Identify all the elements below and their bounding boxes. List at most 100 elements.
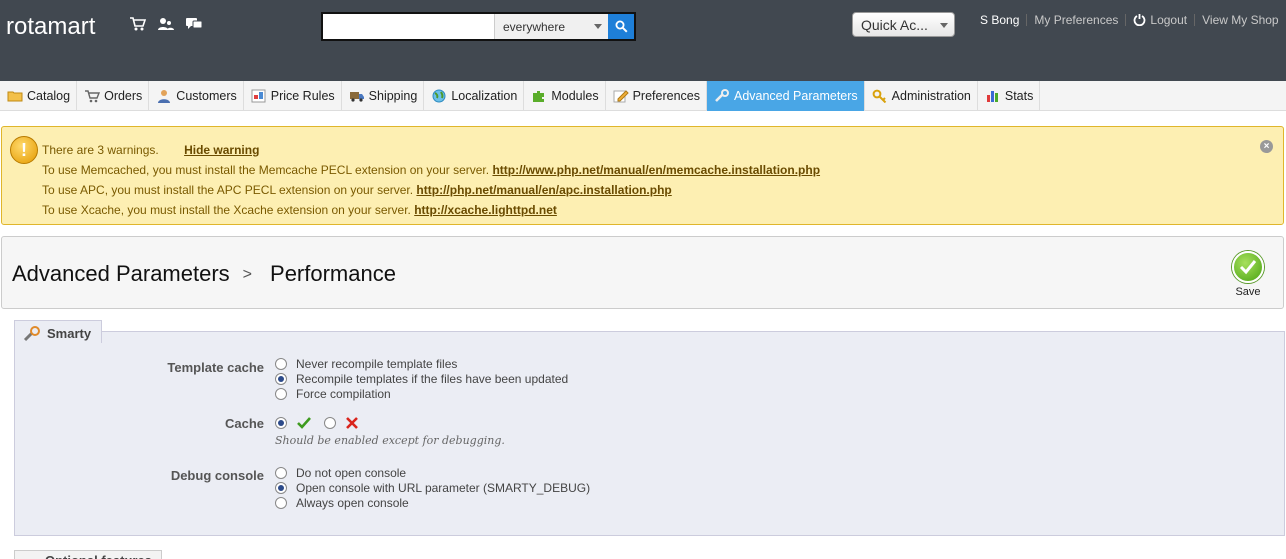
check-icon xyxy=(297,417,311,429)
divider xyxy=(1125,14,1127,26)
debug-console-option-url[interactable]: Open console with URL parameter (SMARTY_… xyxy=(275,481,590,495)
pencil-icon xyxy=(613,89,629,103)
tab-label: Advanced Parameters xyxy=(733,89,858,103)
price-tag-icon xyxy=(251,89,267,103)
cart-icon[interactable] xyxy=(129,16,147,32)
quick-access-label: Quick Ac... xyxy=(861,17,928,33)
search-scope-value: everywhere xyxy=(503,19,566,34)
option-label: Never recompile template files xyxy=(296,357,458,371)
tab-customers[interactable]: Customers xyxy=(149,81,244,111)
search-input[interactable] xyxy=(323,14,494,39)
smarty-legend: Smarty xyxy=(14,320,103,343)
power-icon xyxy=(1134,14,1146,26)
radio[interactable] xyxy=(275,482,287,494)
tab-administration[interactable]: Administration xyxy=(865,81,978,111)
tab-catalog[interactable]: Catalog xyxy=(0,81,78,111)
warning-line: To use APC, you must install the APC PEC… xyxy=(42,183,672,197)
logout-label: Logout xyxy=(1150,13,1188,27)
memcache-link[interactable]: http://www.php.net/manual/en/memcache.in… xyxy=(492,163,820,177)
logout-link[interactable]: Logout xyxy=(1133,13,1187,27)
check-icon xyxy=(1232,251,1264,283)
template-cache-option-recompile[interactable]: Recompile templates if the files have be… xyxy=(275,372,568,386)
messages-icon[interactable] xyxy=(185,16,203,32)
radio[interactable] xyxy=(275,373,287,385)
save-label: Save xyxy=(1235,286,1261,298)
warning-text: To use APC, you must install the APC PEC… xyxy=(42,183,417,197)
xcache-link[interactable]: http://xcache.lighttpd.net xyxy=(414,203,557,217)
close-icon[interactable]: × xyxy=(1260,140,1273,153)
cache-disabled-radio[interactable] xyxy=(324,416,359,430)
folder-icon xyxy=(7,89,23,103)
chevron-down-icon xyxy=(594,24,602,29)
option-label: Open console with URL parameter (SMARTY_… xyxy=(296,481,591,495)
template-cache-option-never[interactable]: Never recompile template files xyxy=(275,357,457,371)
wrench-icon xyxy=(23,325,40,341)
debug-console-option-none[interactable]: Do not open console xyxy=(275,466,406,480)
template-cache-label: Template cache xyxy=(167,360,264,375)
search-scope-select[interactable]: everywhere xyxy=(494,14,608,39)
warning-icon: ! xyxy=(10,136,38,164)
tab-label: Shipping xyxy=(368,89,418,103)
cache-enabled-radio[interactable] xyxy=(275,416,312,430)
view-shop-link[interactable]: View My Shop xyxy=(1202,13,1278,27)
hide-warning-link[interactable]: Hide warning xyxy=(184,143,259,157)
warning-count-text: There are 3 warnings. xyxy=(42,143,159,157)
breadcrumb-parent: Advanced Parameters xyxy=(12,261,230,286)
customers-icon[interactable] xyxy=(157,16,175,32)
radio[interactable] xyxy=(275,417,287,429)
cart-icon xyxy=(84,89,101,103)
puzzle-icon xyxy=(531,89,547,103)
radio[interactable] xyxy=(275,467,287,479)
quick-access-select[interactable]: Quick Ac... xyxy=(852,12,955,37)
option-label: Always open console xyxy=(296,496,409,510)
tab-stats[interactable]: Stats xyxy=(978,81,1041,111)
legend-label: Smarty xyxy=(47,326,92,341)
bar-chart-icon xyxy=(985,89,1001,103)
tab-label: Catalog xyxy=(27,89,71,103)
tab-label: Modules xyxy=(551,89,599,103)
tab-price-rules[interactable]: Price Rules xyxy=(244,81,342,111)
option-label: Force compilation xyxy=(296,387,391,401)
search-box: everywhere xyxy=(321,12,636,41)
employee-name[interactable]: S Bong xyxy=(980,13,1019,27)
template-cache-option-force[interactable]: Force compilation xyxy=(275,387,391,401)
tab-preferences[interactable]: Preferences xyxy=(606,81,707,111)
debug-console-option-always[interactable]: Always open console xyxy=(275,496,409,510)
page-title: Performance xyxy=(270,261,396,286)
user-icon xyxy=(156,89,172,103)
warning-line: To use Xcache, you must install the Xcac… xyxy=(42,203,557,217)
divider xyxy=(1194,14,1196,26)
key-icon xyxy=(872,89,888,104)
chevron-down-icon xyxy=(940,23,948,28)
tab-label: Stats xyxy=(1004,89,1034,103)
warning-summary: There are 3 warnings. Hide warning xyxy=(42,143,259,157)
header-quick-icons xyxy=(129,16,203,32)
radio[interactable] xyxy=(275,497,287,509)
tab-localization[interactable]: Localization xyxy=(424,81,525,111)
search-button[interactable] xyxy=(608,14,634,39)
apc-link[interactable]: http://php.net/manual/en/apc.installatio… xyxy=(416,183,671,197)
cache-label: Cache xyxy=(224,416,264,431)
radio[interactable] xyxy=(275,388,287,400)
radio[interactable] xyxy=(324,417,336,429)
radio[interactable] xyxy=(275,358,287,370)
my-preferences-link[interactable]: My Preferences xyxy=(1034,13,1118,27)
optional-features-legend: Optional features xyxy=(14,550,162,559)
search-icon xyxy=(615,20,628,33)
tab-label: Localization xyxy=(451,89,518,103)
tab-modules[interactable]: Modules xyxy=(524,81,606,111)
truck-icon xyxy=(349,89,365,103)
tab-orders[interactable]: Orders xyxy=(77,81,150,111)
tab-shipping[interactable]: Shipping xyxy=(342,81,425,111)
wrench-icon xyxy=(714,89,730,103)
tab-advanced-parameters[interactable]: Advanced Parameters xyxy=(706,81,865,111)
main-menu: Catalog Orders Customers Price Rules Shippin… xyxy=(0,81,1286,111)
warning-text: To use Xcache, you must install the Xcac… xyxy=(42,203,415,217)
save-button[interactable]: Save xyxy=(1231,251,1265,298)
tab-label: Preferences xyxy=(632,89,700,103)
tab-label: Administration xyxy=(891,89,971,103)
top-header: rotamart everywhere Quick Ac... S Bong M… xyxy=(0,0,1286,81)
shop-name[interactable]: rotamart xyxy=(6,13,95,41)
option-label: Recompile templates if the files have be… xyxy=(296,372,569,386)
breadcrumb: Advanced Parameters > Performance xyxy=(12,261,396,287)
